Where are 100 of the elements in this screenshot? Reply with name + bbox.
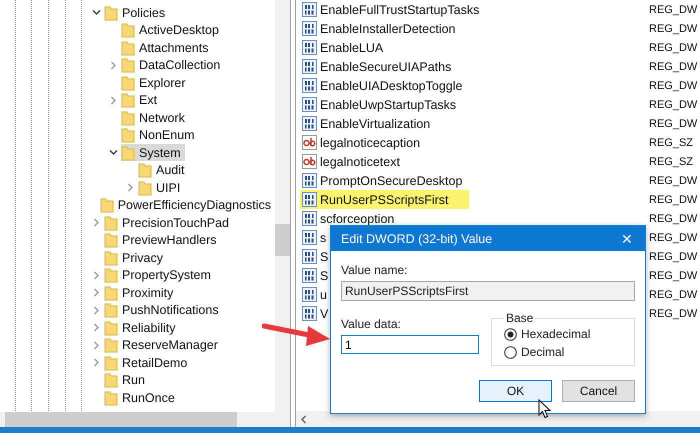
value-type: REG_SZ xyxy=(649,156,694,168)
value-name: PromptOnSecureDesktop xyxy=(320,174,462,188)
radio-option[interactable]: Hexadecimal xyxy=(504,327,624,341)
tree-item[interactable]: ActiveDesktop xyxy=(121,22,223,39)
folder-icon xyxy=(138,180,152,196)
tree-item[interactable]: UIPI xyxy=(138,179,184,196)
tree-item[interactable]: NonEnum xyxy=(121,126,199,144)
tree-item[interactable]: RunOnce xyxy=(104,389,179,406)
value-type: REG_DW xyxy=(649,60,698,72)
value-name: u xyxy=(320,288,327,302)
value-name: V xyxy=(320,306,328,320)
value-name: EnableInstallerDetection xyxy=(320,22,456,36)
value-type: REG_DW xyxy=(649,4,698,16)
folder-icon xyxy=(104,372,118,388)
dialog-button[interactable]: Cancel xyxy=(562,380,635,402)
folder-icon xyxy=(121,92,135,108)
field-label: Value name: xyxy=(341,263,408,277)
radio-icon[interactable] xyxy=(504,346,517,358)
value-type: REG_DW xyxy=(649,22,698,34)
binary-value-icon xyxy=(302,173,317,188)
string-value-icon xyxy=(302,135,317,150)
folder-icon xyxy=(121,74,135,91)
binary-value-icon xyxy=(302,211,317,226)
folder-icon xyxy=(104,284,118,301)
value-name: EnableLUA xyxy=(320,40,384,54)
value-type: REG_DW xyxy=(649,288,698,300)
folder-icon xyxy=(104,267,118,284)
tree-item[interactable]: PreviewHandlers xyxy=(104,232,220,249)
chevron-icon[interactable] xyxy=(92,8,100,18)
binary-value-icon xyxy=(302,306,317,321)
binary-value-icon xyxy=(302,249,317,264)
group-label: Base xyxy=(505,311,534,325)
binary-value-icon xyxy=(302,230,317,245)
dialog-title: Edit DWORD (32-bit) Value xyxy=(341,232,492,246)
value-type: REG_DW xyxy=(649,194,698,206)
tree-item[interactable]: PowerEfficiencyDiagnostics xyxy=(100,196,275,214)
folder-icon xyxy=(121,40,135,56)
value-name: EnableSecureUIAPaths xyxy=(320,60,452,74)
folder-icon xyxy=(121,57,135,74)
tree-item[interactable]: RetailDemo xyxy=(104,354,192,372)
tree-item[interactable]: Attachments xyxy=(121,39,212,56)
tree-item[interactable]: PushNotifications xyxy=(104,302,223,319)
value-name-field[interactable]: RunUserPSScriptsFirst xyxy=(341,281,635,301)
tree-item[interactable]: ReserveManager xyxy=(104,336,222,354)
folder-icon xyxy=(104,337,118,354)
chevron-icon[interactable] xyxy=(108,148,118,158)
value-name: S xyxy=(320,250,328,264)
binary-value-icon xyxy=(302,268,317,283)
binary-value-icon xyxy=(302,59,317,74)
tree-item[interactable]: Network xyxy=(121,109,189,126)
value-name: EnableFullTrustStartupTasks xyxy=(320,2,480,16)
folder-icon xyxy=(104,354,118,371)
tree-item[interactable]: Explorer xyxy=(121,74,190,92)
value-name: s xyxy=(320,230,326,244)
folder-icon xyxy=(121,110,135,126)
tree-item[interactable]: Privacy xyxy=(104,249,167,266)
folder-icon xyxy=(104,4,118,21)
tree-item[interactable]: PrecisionTouchPad xyxy=(104,214,234,232)
value-name: S xyxy=(320,268,328,282)
value-type: REG_DW xyxy=(649,42,698,54)
tree-item[interactable]: System xyxy=(121,144,185,162)
folder-icon xyxy=(100,197,114,214)
horizontal-scrollbar[interactable] xyxy=(0,412,290,427)
tree-item[interactable]: Proximity xyxy=(104,284,178,302)
binary-value-icon xyxy=(302,40,317,55)
tree-item[interactable]: Ext xyxy=(121,92,162,109)
binary-value-icon xyxy=(302,2,317,17)
binary-value-icon xyxy=(302,192,317,207)
value-type: REG_DW xyxy=(649,250,698,262)
value-type: REG_DW xyxy=(649,232,698,244)
tree-item[interactable]: Audit xyxy=(138,162,188,179)
folder-icon xyxy=(104,390,118,406)
close-button[interactable]: ✕ xyxy=(617,230,637,246)
radio-option[interactable]: Decimal xyxy=(504,345,624,359)
field-label: Value data: xyxy=(341,317,402,331)
folder-icon xyxy=(104,250,118,266)
value-name: legalnoticecaption xyxy=(320,136,420,150)
value-data-field[interactable]: 1 xyxy=(341,335,479,354)
folder-icon xyxy=(104,302,118,318)
tree-item[interactable]: Reliability xyxy=(104,319,180,336)
value-type: REG_DW xyxy=(649,174,698,186)
scroll-left-icon[interactable] xyxy=(300,414,307,424)
folder-icon xyxy=(121,22,135,38)
vertical-scrollbar[interactable] xyxy=(275,0,290,412)
tree-item[interactable]: Run xyxy=(104,372,149,389)
value-name: EnableUIADesktopToggle xyxy=(320,78,462,92)
radio-icon[interactable] xyxy=(504,328,517,340)
binary-value-icon xyxy=(302,21,317,36)
dialog-button[interactable]: OK xyxy=(479,380,552,402)
binary-value-icon xyxy=(302,116,317,131)
value-name: EnableVirtualization xyxy=(320,116,430,130)
tree-item[interactable]: Policies xyxy=(104,4,170,22)
tree-item[interactable]: PropertySystem xyxy=(104,266,215,284)
tree-item[interactable]: DataCollection xyxy=(121,56,224,74)
value-type: REG_DW xyxy=(649,308,698,320)
folder-icon xyxy=(104,320,118,336)
string-value-icon xyxy=(302,154,317,169)
folder-icon xyxy=(121,127,135,144)
folder-icon xyxy=(104,232,118,248)
binary-value-icon xyxy=(302,78,317,93)
